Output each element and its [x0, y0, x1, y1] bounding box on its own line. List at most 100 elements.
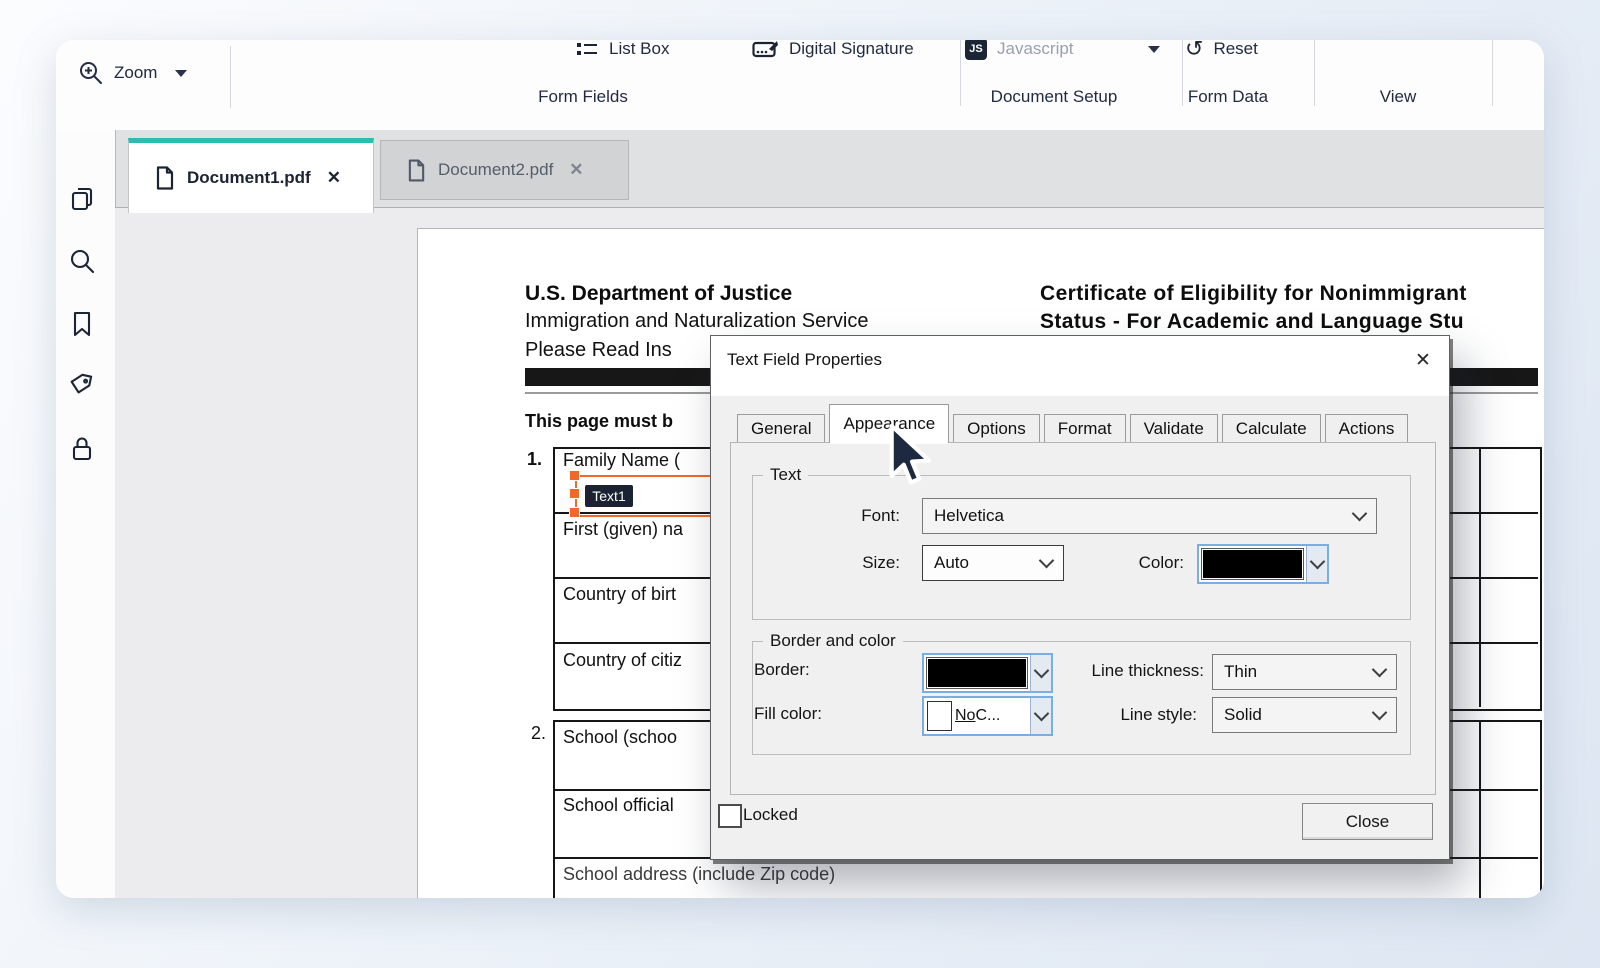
- pdf-table-vline: [1479, 447, 1481, 707]
- reset-label: Reset: [1213, 40, 1257, 59]
- pdf-agency-line2: Immigration and Naturalization Service: [525, 310, 869, 333]
- toolbar-divider: [1314, 40, 1315, 106]
- dialog-tab-calculate[interactable]: Calculate: [1222, 414, 1321, 443]
- tab-document2[interactable]: Document2.pdf ✕: [380, 140, 629, 200]
- zoom-in-icon: [78, 60, 104, 86]
- tag-icon[interactable]: [67, 371, 99, 403]
- digital-signature-label: Digital Signature: [789, 40, 914, 59]
- section-view: View: [1308, 86, 1488, 108]
- size-label: Size:: [820, 553, 900, 573]
- dialog-tab-label: Validate: [1144, 419, 1204, 439]
- chevron-down-icon: [1034, 706, 1050, 722]
- pdf-row-label: Family Name (: [563, 450, 680, 471]
- list-box-label: List Box: [609, 40, 669, 59]
- border-color-picker[interactable]: [922, 653, 1053, 693]
- reset-icon: ↺: [1185, 40, 1203, 60]
- text-color-picker[interactable]: [1197, 544, 1329, 584]
- close-icon[interactable]: ✕: [1409, 346, 1437, 374]
- dialog-title: Text Field Properties: [727, 350, 882, 370]
- pdf-row-label: Country of citiz: [563, 650, 682, 671]
- dialog-tab-format[interactable]: Format: [1044, 414, 1126, 443]
- chevron-down-icon: [1310, 554, 1326, 570]
- close-icon[interactable]: ✕: [327, 168, 341, 188]
- toolbar-divider: [1182, 40, 1183, 106]
- dialog-tab-label: Format: [1058, 419, 1112, 439]
- dialog-tab-label: General: [751, 419, 811, 439]
- pdf-item1-number: 1.: [527, 449, 542, 470]
- font-select[interactable]: Helvetica: [922, 498, 1377, 534]
- pages-icon[interactable]: [67, 184, 99, 216]
- border-color-dropdown[interactable]: [1030, 655, 1051, 691]
- line-style-select[interactable]: Solid: [1212, 697, 1397, 733]
- pdf-row-label: School (schoo: [563, 727, 677, 748]
- toolbar: Zoom List Box Digital Signature JS Javas…: [56, 40, 1544, 130]
- dialog-tab-validate[interactable]: Validate: [1130, 414, 1218, 443]
- section-form-fields: Form Fields: [493, 86, 673, 108]
- pdf-cert-title1: Certificate of Eligibility for Nonimmigr…: [1040, 282, 1467, 306]
- tab-document1[interactable]: Document1.pdf ✕: [128, 138, 374, 213]
- zoom-label: Zoom: [114, 63, 157, 83]
- digital-signature-button[interactable]: Digital Signature: [752, 40, 914, 64]
- file-icon: [407, 159, 426, 182]
- js-icon: JS: [965, 40, 987, 60]
- pdf-table-vline: [1479, 720, 1481, 898]
- selection-handle[interactable]: [569, 488, 580, 499]
- dialog-tab-options[interactable]: Options: [953, 414, 1040, 443]
- selection-handle[interactable]: [569, 470, 580, 481]
- color-label: Color:: [1104, 553, 1184, 573]
- dialog-tab-general[interactable]: General: [737, 414, 825, 443]
- pdf-agency-line3: Please Read Ins: [525, 339, 672, 362]
- chevron-down-icon: [1148, 46, 1160, 53]
- fill-value-rest: C...: [975, 707, 1000, 725]
- pdf-item2-number: 2.: [531, 723, 546, 744]
- file-icon: [155, 166, 175, 190]
- size-select[interactable]: Auto: [922, 545, 1064, 581]
- border-label: Border:: [754, 660, 810, 680]
- close-button[interactable]: Close: [1302, 803, 1433, 840]
- search-icon[interactable]: [67, 246, 99, 278]
- fill-color-picker[interactable]: No C...: [922, 696, 1053, 736]
- line-thickness-label: Line thickness:: [1064, 661, 1204, 681]
- fill-swatch: [927, 701, 952, 731]
- toolbar-divider: [1492, 40, 1493, 106]
- javascript-label: Javascript: [997, 40, 1074, 59]
- selection-handle[interactable]: [569, 507, 580, 518]
- color-swatch: [927, 658, 1027, 688]
- pdf-row-label: School official: [563, 795, 674, 816]
- locked-checkbox[interactable]: [718, 804, 742, 828]
- text-group-label: Text: [763, 466, 808, 484]
- fill-color-value: No C...: [955, 698, 1030, 734]
- close-button-label: Close: [1346, 812, 1389, 832]
- dialog-tab-actions[interactable]: Actions: [1325, 414, 1409, 443]
- chevron-down-icon: [1372, 662, 1388, 678]
- tab-document1-label: Document1.pdf: [187, 168, 311, 188]
- close-icon[interactable]: ✕: [569, 160, 583, 180]
- bookmark-icon[interactable]: [67, 309, 99, 341]
- tab-document2-label: Document2.pdf: [438, 160, 553, 180]
- dialog-tab-label: Options: [967, 419, 1026, 439]
- fill-color-dropdown[interactable]: [1030, 698, 1051, 734]
- color-swatch: [1202, 549, 1303, 579]
- color-dropdown[interactable]: [1306, 546, 1327, 582]
- app-window: Zoom List Box Digital Signature JS Javas…: [56, 40, 1544, 898]
- size-value: Auto: [934, 553, 969, 573]
- section-document-setup: Document Setup: [964, 86, 1144, 108]
- pdf-row-label: First (given) na: [563, 519, 683, 540]
- pdf-row-label: Country of birt: [563, 584, 676, 605]
- mouse-cursor: [880, 422, 942, 494]
- javascript-button[interactable]: JS Javascript: [965, 40, 1160, 64]
- fill-color-label: Fill color:: [754, 704, 822, 724]
- border-group-label: Border and color: [763, 632, 903, 650]
- line-thickness-select[interactable]: Thin: [1212, 654, 1397, 690]
- reset-button[interactable]: ↺ Reset: [1185, 40, 1258, 64]
- locked-label: Locked: [743, 805, 798, 825]
- font-value: Helvetica: [934, 506, 1004, 526]
- zoom-button[interactable]: Zoom: [78, 58, 187, 88]
- dialog-tab-label: Actions: [1339, 419, 1395, 439]
- list-box-icon: [575, 40, 599, 61]
- list-box-button[interactable]: List Box: [575, 40, 669, 64]
- lock-icon[interactable]: [67, 434, 99, 466]
- signature-icon: [752, 40, 779, 61]
- chevron-down-icon: [1372, 705, 1388, 721]
- toolbar-divider: [230, 46, 231, 108]
